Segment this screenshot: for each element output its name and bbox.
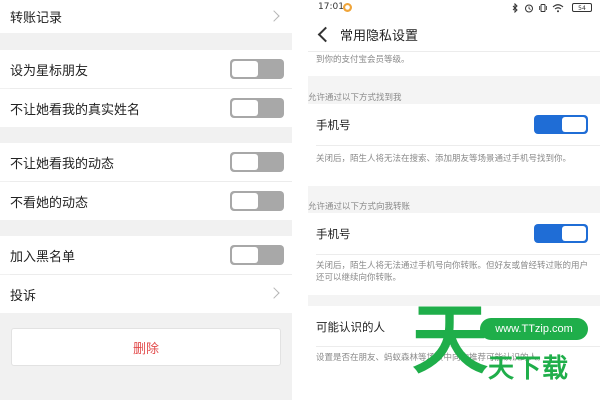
find-section-header: 允许通过以下方式找到我 <box>308 93 402 103</box>
friend-settings-panel: 转账记录 设为星标朋友 不让她看我的真实姓名 不让她看我的动态 不看她的动态 加… <box>0 0 292 400</box>
blacklist-switch[interactable] <box>230 245 284 265</box>
alarm-icon <box>525 4 533 13</box>
hide-her-moments-row: 不看她的动态 <box>0 182 292 220</box>
watermark-url: www.TTzip.com <box>480 318 588 340</box>
report-label: 投诉 <box>10 288 37 304</box>
hide-real-name-row: 不让她看我的真实姓名 <box>0 89 292 127</box>
delete-button[interactable]: 删除 <box>11 328 281 366</box>
known-people-label: 可能认识的人 <box>316 320 385 334</box>
hide-my-moments-row: 不让她看我的动态 <box>0 143 292 181</box>
switch-knob <box>562 226 586 241</box>
page-title: 常用隐私设置 <box>340 29 419 44</box>
hide-real-name-switch[interactable] <box>230 98 284 118</box>
switch-knob <box>232 154 258 170</box>
divider <box>316 145 600 146</box>
watermark-logo: 天 <box>412 295 488 384</box>
nav-bar: 常用隐私设置 <box>308 16 600 52</box>
find-phone-switch[interactable] <box>534 115 588 134</box>
blacklist-row: 加入黑名单 <box>0 236 292 274</box>
switch-knob <box>232 247 258 263</box>
switch-knob <box>562 117 586 132</box>
transfer-section-header: 允许通过以下方式向我转账 <box>308 202 411 212</box>
transfer-record-label: 转账记录 <box>10 11 63 26</box>
transfer-phone-switch[interactable] <box>534 224 588 243</box>
top-note: 到你的支付宝会员等级。 <box>316 55 410 65</box>
transfer-phone-card: 手机号 关闭后，陌生人将无法通过手机号向你转账。但好友或曾经转过账的用户还可以继… <box>308 213 600 295</box>
bluetooth-icon <box>512 3 518 13</box>
status-time: 17:01 <box>318 2 344 12</box>
back-arrow-icon[interactable] <box>317 26 334 43</box>
switch-knob <box>232 61 258 77</box>
transfer-record-row[interactable]: 转账记录 <box>0 0 292 33</box>
hide-her-moments-switch[interactable] <box>230 191 284 211</box>
vibrate-icon <box>539 4 547 12</box>
transfer-phone-label: 手机号 <box>316 227 351 241</box>
hide-my-moments-switch[interactable] <box>230 152 284 172</box>
star-friend-switch[interactable] <box>230 59 284 79</box>
report-row[interactable]: 投诉 <box>0 275 292 313</box>
find-phone-note: 关闭后，陌生人将无法在搜索、添加朋友等场景通过手机号找到你。 <box>316 154 572 164</box>
divider <box>316 254 600 255</box>
switch-knob <box>232 193 258 209</box>
battery-icon: 54 <box>572 3 592 12</box>
switch-knob <box>232 100 258 116</box>
watermark-text: 天下载 <box>488 354 570 384</box>
status-bar: 17:01 ● 54 <box>308 0 600 16</box>
wifi-icon <box>552 4 564 13</box>
notification-dot-icon: ● <box>343 3 352 12</box>
star-friend-row: 设为星标朋友 <box>0 50 292 88</box>
find-phone-label: 手机号 <box>316 118 351 132</box>
transfer-phone-note: 关闭后，陌生人将无法通过手机号向你转账。但好友或曾经转过账的用户还可以继续向你转… <box>316 261 589 283</box>
top-note-block: 到你的支付宝会员等级。 <box>308 52 600 76</box>
find-phone-card: 手机号 关闭后，陌生人将无法在搜索、添加朋友等场景通过手机号找到你。 <box>308 104 600 186</box>
